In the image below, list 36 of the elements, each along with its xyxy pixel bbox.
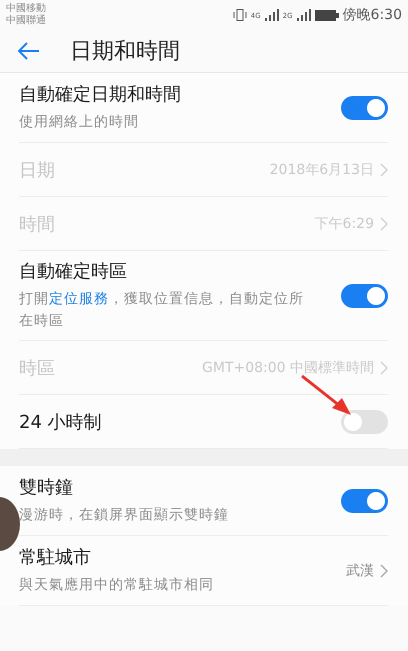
setting-description: 打開定位服務，獲取位置信息，自動定位所在時區 (19, 290, 305, 331)
setting-title: 時間 (19, 212, 56, 236)
setting-title: 自動確定時區 (19, 260, 128, 283)
chevron-right-icon (380, 564, 388, 578)
annotation-arrow (300, 374, 352, 416)
settings-row[interactable]: 自動確定日期和時間 使用網絡上的時間 (19, 73, 388, 143)
toggle-switch[interactable] (341, 284, 388, 308)
toggle-switch[interactable] (341, 96, 388, 120)
toggle-switch[interactable] (341, 488, 388, 512)
page-title: 日期和時間 (70, 38, 180, 66)
setting-description: 漫游時，在鎖屏界面顯示雙時鐘 (19, 506, 230, 525)
chevron-right-icon (380, 162, 388, 176)
chevron-right-icon (380, 360, 388, 374)
signal-icon (264, 9, 279, 21)
setting-title: 雙時鐘 (19, 476, 74, 499)
vibrate-icon (232, 9, 247, 21)
setting-title: 日期 (19, 158, 56, 182)
setting-title: 24 小時制 (19, 410, 103, 434)
setting-description: 使用網絡上的時間 (19, 113, 140, 132)
clock-time: 傍晚6:30 (342, 6, 402, 24)
setting-title: 常駐城市 (19, 546, 92, 569)
setting-title: 時區 (19, 356, 56, 380)
settings-row[interactable]: 雙時鐘 漫游時，在鎖屏界面顯示雙時鐘 (19, 466, 388, 536)
setting-value: 武漢 (346, 562, 374, 580)
back-arrow-icon[interactable] (18, 42, 40, 60)
battery-icon (314, 10, 339, 20)
settings-row[interactable]: 常駐城市 與天氣應用中的常駐城市相同 武漢 (19, 536, 388, 606)
carrier-name: 中國移動 (6, 3, 46, 14)
toggle-switch[interactable] (341, 410, 388, 434)
carrier-name: 中國聯通 (6, 15, 46, 27)
settings-row[interactable]: 自動確定時區 打開定位服務，獲取位置信息，自動定位所在時區 (19, 251, 388, 341)
setting-description: 與天氣應用中的常駐城市相同 (19, 576, 215, 595)
location-service-link[interactable]: 定位服務 (49, 291, 109, 307)
setting-title: 自動確定日期和時間 (19, 83, 182, 106)
chevron-right-icon (380, 216, 388, 230)
signal-icon (296, 9, 311, 21)
